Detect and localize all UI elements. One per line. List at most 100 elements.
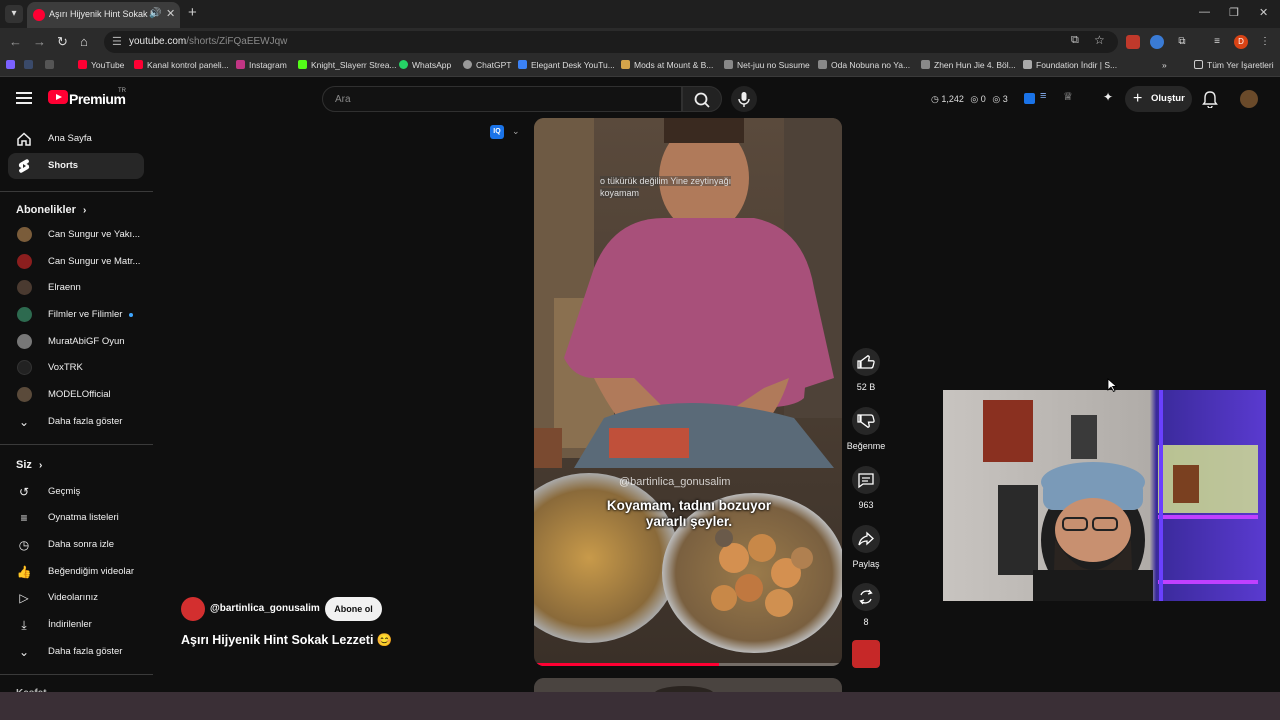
comment-icon[interactable] [852,466,880,494]
sidebar-sub-can-sungur-yaki[interactable]: Can Sungur ve Yakı... [8,222,144,248]
extension-list-icon[interactable]: ≡ [1040,90,1046,102]
sidebar-item-downloads[interactable]: ⤓ İndirilenler [8,612,144,638]
voice-search-button[interactable] [731,86,757,112]
all-bookmarks-folder[interactable]: Tüm Yer İşaretleri [1194,60,1274,70]
channel-name[interactable]: @bartinlica_gonusalim [210,603,320,614]
create-label: Oluştur [1151,93,1185,104]
new-content-dot [129,313,133,317]
bookmark-net-juu[interactable]: Net-juu no Susume [724,60,810,70]
sidebar-sub-voxtrk[interactable]: VoxTRK [8,355,144,381]
bookmark-grid-icon[interactable] [45,60,58,70]
extension-adblock-icon[interactable] [1126,35,1140,49]
account-avatar[interactable] [1240,90,1258,108]
short-channel-row: @bartinlica_gonusalim Abone ol [181,597,441,621]
bookmark-whatsapp[interactable]: WhatsApp [399,60,451,70]
window-close-icon[interactable]: ✕ [1259,6,1268,19]
speaker-icon[interactable]: 🔊 [149,8,161,19]
sidebar-item-label: Daha sonra izle [48,539,115,550]
minimize-icon[interactable]: — [1199,6,1210,18]
channel-avatar [17,227,32,242]
sidebar-subs-show-more[interactable]: ⌄ Daha fazla göster [8,409,144,435]
dislike-action[interactable]: Beğenme [847,407,885,451]
back-icon[interactable]: ← [9,34,22,49]
sidebar-item-shorts[interactable]: Shorts [8,153,144,179]
media-control-icon[interactable]: ≡ [1210,35,1224,49]
sidebar-sub-elraenn[interactable]: Elraenn [8,275,144,301]
sidebar-sub-can-sungur-matr[interactable]: Can Sungur ve Matr... [8,249,144,275]
restore-icon[interactable]: ❐ [1229,6,1239,19]
create-button[interactable]: + Oluştur [1125,86,1192,112]
close-tab-icon[interactable]: ✕ [166,7,175,20]
sidebar-item-your-videos[interactable]: ▷ Videolarınız [8,585,144,611]
search-input[interactable]: Ara [322,86,682,112]
bookmark-foundation[interactable]: Foundation İndir | S... [1023,60,1117,70]
bookmark-y-icon[interactable] [24,60,37,70]
subscriptions-heading[interactable]: Abonelikler › [16,204,86,216]
profile-icon[interactable]: D [1234,35,1248,49]
sidebar-item-liked-videos[interactable]: 👍 Beğendiğim videolar [8,559,144,585]
remix-action[interactable]: 8 [850,583,882,627]
short-title[interactable]: Aşırı Hijyenik Hint Sokak Lezzeti 😊 [181,633,392,648]
sidebar-item-label: MuratAbiGF Oyun [48,336,125,347]
thumbs-down-icon[interactable] [852,407,880,435]
extensions-puzzle-icon[interactable]: ⧉ [1175,35,1189,49]
youtube-premium-wordmark[interactable]: Premium [69,91,126,107]
sidebar-sub-modelofficial[interactable]: MODELOfficial [8,382,144,408]
address-bar[interactable]: ☰ youtube.com/shorts/ZiFQaEEWJqw ⧉ ☆ [104,31,1118,53]
sidebar-item-history[interactable]: ↺ Geçmiş [8,479,144,505]
tab-search-icon[interactable]: ▾ [5,5,23,23]
channel-avatar [17,334,32,349]
bookmark-chatgpt[interactable]: ChatGPT [463,60,511,70]
remix-icon[interactable] [852,583,880,611]
you-heading[interactable]: Siz › [16,459,42,471]
video-progress-bar[interactable] [534,663,842,666]
bookmarks-overflow-icon[interactable]: » [1162,60,1167,70]
thumbs-up-icon[interactable] [852,348,880,376]
bookmark-elegant-desk[interactable]: Elegant Desk YouTu... [518,60,615,70]
notifications-bell-icon[interactable] [1202,90,1218,108]
search-button[interactable] [682,86,722,112]
reload-icon[interactable]: ↻ [57,34,68,50]
sidebar-item-home[interactable]: Ana Sayfa [8,126,144,152]
bookmark-channel-dashboard[interactable]: Kanal kontrol paneli... [134,60,229,70]
share-action[interactable]: Paylaş [850,525,882,569]
share-icon[interactable] [852,525,880,553]
bookmark-apps-icon[interactable] [6,60,19,70]
channel-avatar[interactable] [181,597,205,621]
sidebar-sub-muratabigf[interactable]: MuratAbiGF Oyun [8,329,144,355]
bookmark-zhen-hun-jie[interactable]: Zhen Hun Jie 4. Böl... [921,60,1016,70]
sidebar-item-watch-later[interactable]: ◷ Daha sonra izle [8,532,144,558]
guide-menu-icon[interactable] [16,92,32,104]
sidebar-sub-filmler-ve-filimler[interactable]: Filmler ve Filimler [8,302,144,328]
extension-iq-icon[interactable] [1024,93,1035,104]
like-action[interactable]: 52 B [850,348,882,392]
extension-award-icon[interactable]: ♕ [1063,90,1073,103]
subscribe-button[interactable]: Abone ol [325,597,382,621]
new-tab-icon[interactable]: + [188,4,197,21]
audio-source-thumbnail[interactable] [852,640,880,668]
forward-icon[interactable]: → [33,34,46,49]
iq-extension-icon[interactable]: IQ [490,125,504,139]
browser-menu-icon[interactable]: ⋮ [1258,35,1272,49]
video-watermark: @bartinlica_gonusalim [619,476,731,488]
browser-tab-active[interactable]: Aşırı Hijyenik Hint Sokak Le... 🔊 ✕ [27,2,180,28]
sidebar-you-show-more[interactable]: ⌄ Daha fazla göster [8,639,144,665]
sidebar-item-playlists[interactable]: ≡ Oynatma listeleri [8,505,144,531]
bookmark-star-icon[interactable]: ☆ [1094,33,1105,47]
download-icon: ⤓ [21,618,27,632]
short-video-player[interactable]: o tükürük değilim Yine zeytinyağı koyamam… [534,118,842,666]
sidebar-item-label: MODELOfficial [48,389,111,400]
extension-translate-icon[interactable] [1150,35,1164,49]
bookmark-oda-nobuna[interactable]: Oda Nobuna no Ya... [818,60,910,70]
install-app-icon[interactable]: ⧉ [1071,34,1079,47]
comments-action[interactable]: 963 [850,466,882,510]
bookmark-instagram[interactable]: Instagram [236,60,287,70]
bookmark-youtube[interactable]: YouTube [78,60,124,70]
bookmark-mods[interactable]: Mods at Mount & B... [621,60,713,70]
chevron-down-icon[interactable]: ⌄ [512,126,520,137]
bookmark-kick[interactable]: Knight_Slayerr Strea... [298,60,397,70]
home-button-icon[interactable]: ⌂ [80,34,88,49]
gemini-sparkle-icon[interactable]: ✦ [1103,90,1113,104]
site-info-icon[interactable]: ☰ [112,35,122,48]
youtube-logo-icon[interactable] [48,90,68,104]
